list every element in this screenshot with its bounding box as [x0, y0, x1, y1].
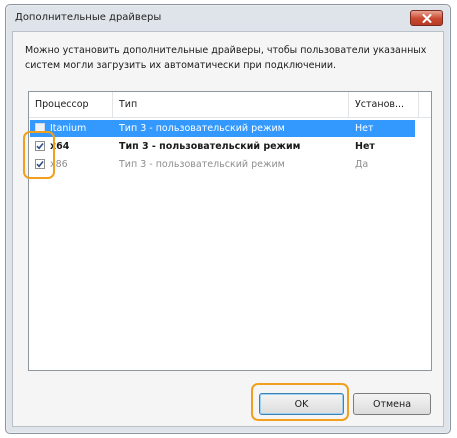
checkmark-icon — [36, 142, 44, 150]
row-checkbox[interactable] — [35, 159, 45, 169]
installed-cell: Нет — [355, 141, 375, 152]
installed-cell: Да — [355, 159, 369, 170]
row-checkbox[interactable] — [35, 123, 45, 133]
close-icon — [422, 13, 431, 23]
close-button[interactable] — [410, 10, 443, 26]
column-header-type[interactable]: Тип — [113, 92, 349, 117]
processor-cell: x86 — [50, 159, 68, 170]
cancel-button[interactable]: Отмена — [353, 393, 431, 415]
processor-cell: x64 — [50, 141, 70, 152]
type-cell: Тип 3 - пользовательский режим — [119, 123, 285, 134]
type-cell: Тип 3 - пользовательский режим — [119, 159, 285, 170]
list-header: Процессор Тип Установ... — [29, 92, 431, 118]
checkmark-icon — [36, 160, 44, 168]
additional-drivers-dialog: Дополнительные драйверы Можно установить… — [5, 4, 451, 434]
description-text: Можно установить дополнительные драйверы… — [25, 45, 427, 71]
window-title: Дополнительные драйверы — [15, 12, 162, 23]
processor-cell: Itanium — [50, 123, 87, 134]
table-row[interactable]: Itanium Тип 3 - пользовательский режим Н… — [30, 120, 415, 137]
column-header-processor[interactable]: Процессор — [29, 92, 113, 117]
ok-button[interactable]: OK — [259, 393, 344, 415]
table-row[interactable]: x86 Тип 3 - пользовательский режим Да — [30, 156, 415, 173]
column-header-installed[interactable]: Установ... — [349, 92, 419, 117]
table-row[interactable]: x64 Тип 3 - пользовательский режим Нет — [30, 138, 415, 155]
type-cell: Тип 3 - пользовательский режим — [119, 141, 301, 152]
row-checkbox[interactable] — [35, 141, 45, 151]
drivers-list[interactable]: Процессор Тип Установ... Itanium Тип 3 -… — [28, 91, 432, 371]
dialog-body: Можно установить дополнительные драйверы… — [12, 31, 444, 427]
title-bar: Дополнительные драйверы — [6, 5, 450, 31]
installed-cell: Нет — [355, 123, 374, 134]
